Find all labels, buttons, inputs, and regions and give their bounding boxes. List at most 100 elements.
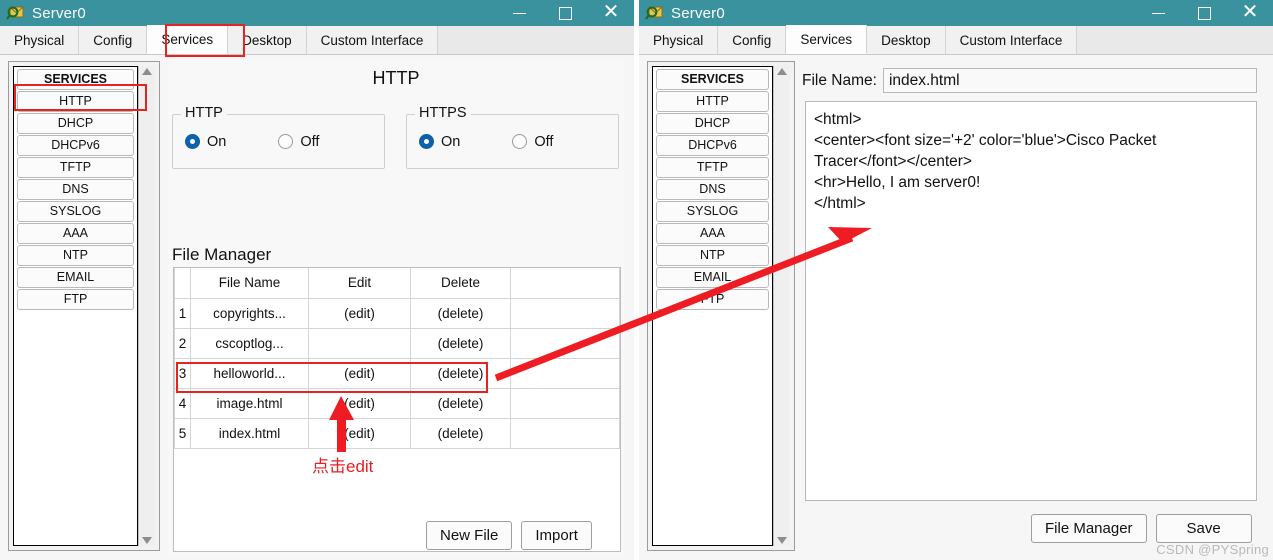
sidebar-item-dhcpv6[interactable]: DHCPv6 — [656, 135, 769, 156]
titlebar-right[interactable]: Server0 ✕ — [639, 0, 1273, 26]
https-off-option[interactable]: Off — [512, 134, 553, 150]
http-off-label: Off — [300, 133, 320, 150]
sidebar-item-syslog[interactable]: SYSLOG — [17, 201, 134, 222]
table-row[interactable]: 2 cscoptlog... (delete) — [174, 327, 620, 359]
close-button[interactable]: ✕ — [588, 0, 634, 26]
server0-window-right: Server0 ✕ Physical Config Services Deskt… — [639, 0, 1273, 560]
row-edit-link[interactable]: (edit) — [308, 297, 411, 329]
sidebar-item-ftp[interactable]: FTP — [17, 289, 134, 310]
col-file-name: File Name — [190, 268, 309, 299]
sidebar-scrollbar[interactable] — [773, 66, 790, 546]
titlebar-left[interactable]: Server0 ✕ — [0, 0, 634, 26]
http-settings-pane: HTTP HTTP On Off HTTPS On Off File Manag… — [168, 59, 624, 556]
tab-desktop[interactable]: Desktop — [228, 26, 307, 54]
maximize-button[interactable] — [1181, 0, 1227, 26]
sidebar-item-dhcp[interactable]: DHCP — [656, 113, 769, 134]
row-edit-link[interactable]: (edit) — [308, 357, 411, 389]
tab-custom-interface[interactable]: Custom Interface — [945, 26, 1078, 54]
import-button[interactable]: Import — [521, 521, 592, 550]
tab-desktop[interactable]: Desktop — [867, 26, 946, 54]
packet-tracer-icon — [6, 3, 26, 23]
sidebar-item-ntp[interactable]: NTP — [656, 245, 769, 266]
file-manager-title: File Manager — [172, 245, 272, 264]
http-off-option[interactable]: Off — [278, 134, 319, 150]
http-on-option[interactable]: On — [185, 134, 226, 150]
row-index: 5 — [174, 417, 191, 449]
table-row[interactable]: 1 copyrights... (edit) (delete) — [174, 297, 620, 329]
https-legend: HTTPS — [415, 105, 471, 121]
https-on-radio[interactable] — [419, 134, 434, 149]
tab-services[interactable]: Services — [147, 25, 229, 54]
tab-custom-interface[interactable]: Custom Interface — [306, 26, 439, 54]
sidebar-item-dhcpv6[interactable]: DHCPv6 — [17, 135, 134, 156]
row-filler — [510, 297, 620, 329]
http-legend: HTTP — [181, 105, 227, 121]
html-editor-textarea[interactable]: <html> <center><font size='+2' color='bl… — [805, 101, 1257, 501]
sidebar-item-email[interactable]: EMAIL — [17, 267, 134, 288]
col-delete: Delete — [410, 268, 511, 299]
row-file-name: copyrights... — [190, 297, 309, 329]
sidebar-item-aaa[interactable]: AAA — [17, 223, 134, 244]
maximize-button[interactable] — [542, 0, 588, 26]
tab-physical[interactable]: Physical — [639, 26, 719, 54]
minimize-button[interactable] — [496, 0, 542, 26]
services-header: SERVICES — [656, 69, 769, 90]
tabbar-right: Physical Config Services Desktop Custom … — [639, 25, 1273, 55]
sidebar-item-dhcp[interactable]: DHCP — [17, 113, 134, 134]
sidebar-item-http[interactable]: HTTP — [656, 91, 769, 112]
https-on-option[interactable]: On — [419, 134, 460, 150]
http-off-radio[interactable] — [278, 134, 294, 149]
sidebar-scrollbar[interactable] — [138, 66, 155, 546]
http-on-label: On — [207, 133, 227, 150]
services-list: SERVICES HTTP DHCP DHCPv6 TFTP DNS SYSLO… — [13, 66, 138, 546]
table-row[interactable]: 4 image.html (edit) (delete) — [174, 387, 620, 419]
row-delete-link[interactable]: (delete) — [410, 387, 511, 419]
sidebar-item-dns[interactable]: DNS — [656, 179, 769, 200]
sidebar-item-ntp[interactable]: NTP — [17, 245, 134, 266]
https-fieldset: HTTPS On Off — [406, 105, 619, 169]
file-name-label: File Name: — [802, 71, 877, 89]
sidebar-item-ftp[interactable]: FTP — [656, 289, 769, 310]
https-off-radio[interactable] — [512, 134, 528, 149]
sidebar-item-tftp[interactable]: TFTP — [17, 157, 134, 178]
page-title: HTTP — [372, 68, 420, 88]
tab-physical[interactable]: Physical — [0, 26, 80, 54]
row-edit-link[interactable] — [308, 327, 411, 359]
row-delete-link[interactable]: (delete) — [410, 357, 511, 389]
sidebar-item-aaa[interactable]: AAA — [656, 223, 769, 244]
table-row[interactable]: 5 index.html (edit) (delete) — [174, 417, 620, 449]
file-manager-panel: File Name Edit Delete 1 copyrights... (e… — [173, 267, 621, 552]
sidebar-item-http[interactable]: HTTP — [17, 91, 134, 112]
file-manager-button[interactable]: File Manager — [1031, 514, 1147, 543]
table-row[interactable]: 3 helloworld... (edit) (delete) — [174, 357, 620, 389]
row-delete-link[interactable]: (delete) — [410, 297, 511, 329]
row-edit-link[interactable]: (edit) — [308, 387, 411, 419]
row-edit-link[interactable]: (edit) — [308, 417, 411, 449]
scroll-up-icon[interactable] — [142, 68, 152, 75]
tab-config[interactable]: Config — [79, 26, 148, 54]
new-file-button[interactable]: New File — [426, 521, 513, 550]
file-name-input[interactable] — [882, 68, 1257, 93]
window-title: Server0 — [32, 4, 86, 22]
services-sidebar-left: SERVICES HTTP DHCP DHCPv6 TFTP DNS SYSLO… — [8, 61, 160, 551]
sidebar-item-syslog[interactable]: SYSLOG — [656, 201, 769, 222]
sidebar-item-dns[interactable]: DNS — [17, 179, 134, 200]
http-on-radio[interactable] — [185, 134, 200, 149]
scroll-down-icon[interactable] — [142, 537, 152, 544]
minimize-button[interactable] — [1135, 0, 1181, 26]
http-fieldset: HTTP On Off — [172, 105, 385, 169]
row-delete-link[interactable]: (delete) — [410, 327, 511, 359]
scroll-up-icon[interactable] — [777, 68, 787, 75]
sidebar-item-email[interactable]: EMAIL — [656, 267, 769, 288]
sidebar-item-tftp[interactable]: TFTP — [656, 157, 769, 178]
close-button[interactable]: ✕ — [1227, 0, 1273, 26]
tab-config[interactable]: Config — [718, 26, 787, 54]
save-button[interactable]: Save — [1155, 514, 1252, 543]
row-file-name: helloworld... — [190, 357, 309, 389]
row-delete-link[interactable]: (delete) — [410, 417, 511, 449]
window-title: Server0 — [671, 4, 725, 22]
tab-services[interactable]: Services — [786, 25, 868, 54]
https-off-label: Off — [534, 133, 554, 150]
scroll-down-icon[interactable] — [777, 537, 787, 544]
col-filler — [510, 268, 620, 299]
